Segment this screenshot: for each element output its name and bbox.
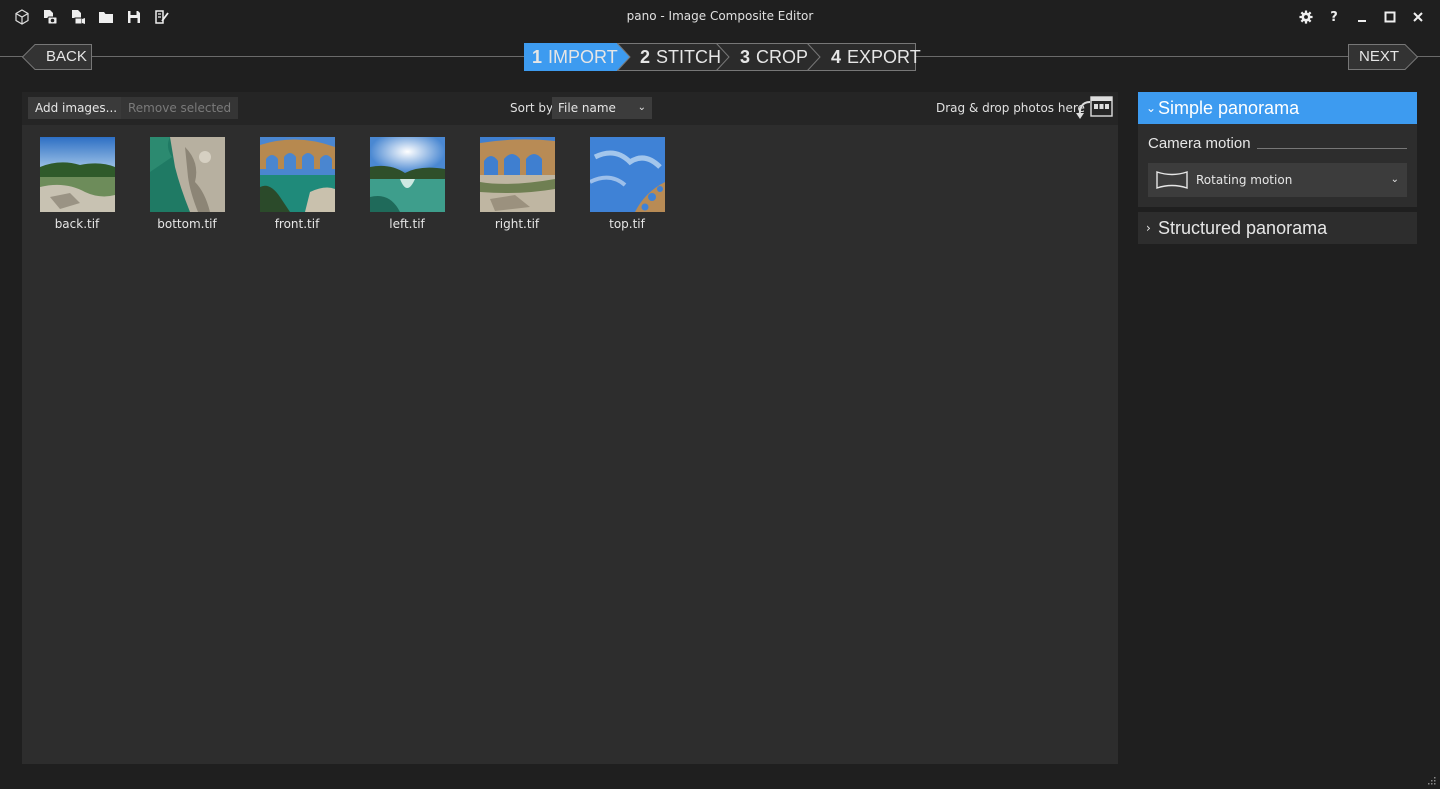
close-icon[interactable] (1409, 8, 1427, 26)
image-name: back.tif (54, 217, 100, 231)
chevron-down-icon: ⌄ (637, 102, 646, 113)
structured-panorama-header[interactable]: › Structured panorama (1138, 212, 1417, 244)
divider (1257, 148, 1407, 149)
step-stitch[interactable]: 2 STITCH (617, 43, 731, 71)
chevron-right-icon: › (1146, 221, 1151, 235)
step-stitch-number: 2 (640, 47, 651, 67)
help-button[interactable]: ? (1325, 8, 1343, 26)
step-stitch-label: STITCH (656, 47, 722, 67)
image-thumbnail-back[interactable] (40, 137, 115, 212)
step-import-label: IMPORT (548, 47, 618, 67)
resize-grip-icon[interactable] (1426, 770, 1436, 785)
open-folder-icon[interactable] (97, 8, 115, 26)
image-name: left.tif (389, 217, 425, 231)
add-images-button[interactable]: Add images... (28, 97, 125, 119)
minimize-icon[interactable] (1353, 8, 1371, 26)
step-crop-number: 3 (740, 47, 751, 67)
sort-select[interactable]: File name ⌄ (552, 97, 652, 119)
next-button[interactable]: NEXT (1348, 44, 1418, 70)
image-name: right.tif (494, 217, 540, 231)
gear-icon[interactable] (1297, 8, 1315, 26)
maximize-icon[interactable] (1381, 8, 1399, 26)
next-label: NEXT (1359, 48, 1400, 65)
step-import[interactable]: 1 IMPORT (524, 43, 632, 71)
publish-icon[interactable] (153, 8, 171, 26)
image-name: bottom.tif (157, 217, 217, 231)
step-export-label: EXPORT (847, 47, 921, 67)
step-crop-label: CROP (756, 47, 809, 67)
cube-icon[interactable] (13, 8, 31, 26)
rotating-motion-icon (1156, 171, 1188, 193)
structured-panorama-title: Structured panorama (1158, 218, 1328, 238)
window-title: pano - Image Composite Editor (626, 9, 814, 23)
image-thumbnail-bottom[interactable] (150, 137, 225, 212)
image-thumbnail-right[interactable] (480, 137, 555, 212)
drag-drop-icon (1074, 96, 1114, 122)
chevron-down-icon: ⌄ (1146, 101, 1157, 115)
camera-motion-select[interactable]: Rotating motion ⌄ (1148, 163, 1407, 197)
new-panorama-from-video-icon[interactable] (69, 8, 87, 26)
save-icon[interactable] (125, 8, 143, 26)
back-label: BACK (46, 48, 87, 65)
simple-panorama-header[interactable]: ⌄ Simple panorama (1138, 92, 1417, 124)
camera-motion-value: Rotating motion (1196, 173, 1293, 187)
simple-panorama-title: Simple panorama (1158, 98, 1300, 118)
remove-selected-button[interactable]: Remove selected (121, 97, 239, 119)
image-thumbnail-top[interactable] (590, 137, 665, 212)
sort-select-value: File name (558, 101, 616, 115)
step-export[interactable]: 4 EXPORT (807, 43, 921, 71)
new-panorama-from-images-icon[interactable] (41, 8, 59, 26)
sort-by-label: Sort by (510, 101, 554, 115)
image-name: front.tif (274, 217, 320, 231)
image-name: top.tif (609, 217, 645, 231)
chevron-down-icon: ⌄ (1390, 174, 1399, 185)
drag-drop-hint: Drag & drop photos here (936, 101, 1085, 115)
image-thumbnail-left[interactable] (370, 137, 445, 212)
camera-motion-label: Camera motion (1148, 135, 1251, 152)
image-thumbnail-front[interactable] (260, 137, 335, 212)
back-button[interactable]: BACK (22, 44, 92, 70)
step-import-number: 1 (532, 47, 543, 67)
step-export-number: 4 (831, 47, 842, 67)
